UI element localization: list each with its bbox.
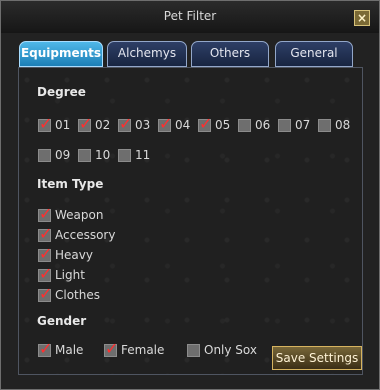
item-type-clothes-label: Clothes (55, 288, 100, 302)
degree-11-label: 11 (135, 148, 151, 162)
degree-08-checkbox[interactable] (318, 119, 331, 132)
item-type-weapon-checkbox[interactable] (38, 204, 52, 223)
gender-male-checkbox[interactable] (38, 339, 52, 358)
gender-only-sox-label: Only Sox (204, 343, 257, 357)
degree-06-label: 06 (255, 118, 271, 132)
save-settings-button[interactable]: Save Settings (272, 346, 362, 370)
degree-10-label: 10 (95, 148, 111, 162)
degree-03-label: 03 (135, 118, 151, 132)
degree-05-checkbox[interactable] (198, 114, 212, 133)
degree-03-checkbox[interactable] (118, 114, 132, 133)
item-type-light-checkbox[interactable] (38, 264, 52, 283)
item-type-accessory-label: Accessory (55, 228, 116, 242)
degree-11-checkbox[interactable] (118, 149, 131, 162)
pet-filter-window: Pet Filter × Equipments Alchemys Others … (0, 0, 380, 390)
degree-section-title: Degree (37, 85, 86, 99)
gender-section-title: Gender (37, 314, 87, 328)
degree-04-label: 04 (175, 118, 191, 132)
tab-equipments[interactable]: Equipments (19, 41, 103, 67)
degree-10-checkbox[interactable] (78, 149, 91, 162)
title-bar[interactable]: Pet Filter × (1, 1, 379, 33)
close-icon[interactable]: × (354, 10, 370, 26)
filter-panel: Degree Item Type Gender Save Settings 01… (18, 67, 363, 375)
tab-alchemys[interactable]: Alchemys (107, 41, 187, 67)
tab-others[interactable]: Others (191, 41, 269, 67)
gender-female-checkbox[interactable] (104, 339, 118, 358)
gender-female-label: Female (121, 343, 165, 357)
degree-07-label: 07 (295, 118, 311, 132)
gender-only-sox-checkbox[interactable] (187, 344, 200, 357)
item-type-accessory-checkbox[interactable] (38, 224, 52, 243)
window-title: Pet Filter (163, 9, 217, 23)
item-type-weapon-label: Weapon (55, 208, 104, 222)
degree-01-label: 01 (55, 118, 71, 132)
degree-01-checkbox[interactable] (38, 114, 52, 133)
item-type-heavy-label: Heavy (55, 248, 93, 262)
tab-bar: Equipments Alchemys Others General (19, 41, 359, 67)
degree-02-checkbox[interactable] (78, 114, 92, 133)
degree-09-label: 09 (55, 148, 71, 162)
degree-07-checkbox[interactable] (278, 119, 291, 132)
item-type-heavy-checkbox[interactable] (38, 244, 52, 263)
degree-09-checkbox[interactable] (38, 149, 51, 162)
degree-04-checkbox[interactable] (158, 114, 172, 133)
degree-02-label: 02 (95, 118, 111, 132)
item-type-clothes-checkbox[interactable] (38, 284, 52, 303)
tab-general[interactable]: General (275, 41, 353, 67)
degree-06-checkbox[interactable] (238, 119, 251, 132)
degree-05-label: 05 (215, 118, 231, 132)
degree-08-label: 08 (335, 118, 351, 132)
item-type-light-label: Light (55, 268, 85, 282)
item-type-section-title: Item Type (37, 177, 104, 191)
gender-male-label: Male (55, 343, 84, 357)
